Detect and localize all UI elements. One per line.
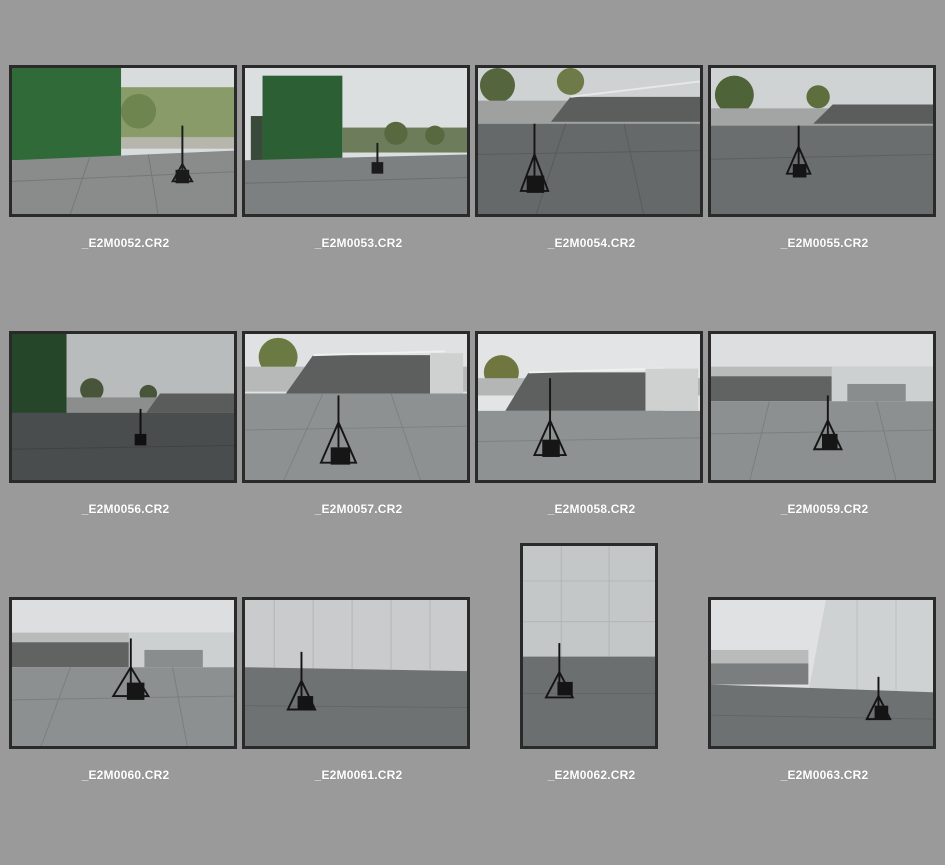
thumbnail-filename[interactable]: _E2M0061.CR2 [242,768,475,782]
thumbnail-filename[interactable]: _E2M0062.CR2 [475,768,708,782]
thumbnail-frame[interactable] [242,331,475,531]
thumbnail-frame[interactable] [708,65,941,265]
photo-thumbnail[interactable] [708,597,936,749]
thumbnail-filename[interactable]: _E2M0053.CR2 [242,236,475,250]
photo-image [245,68,467,214]
thumbnail-filename[interactable]: _E2M0059.CR2 [708,502,941,516]
photo-thumbnail[interactable] [9,65,237,217]
photo-image [12,334,234,480]
photo-thumbnail[interactable] [9,597,237,749]
thumbnail-filename[interactable]: _E2M0057.CR2 [242,502,475,516]
thumbnail-cell[interactable]: _E2M0054.CR2 [475,65,708,331]
thumbnail-frame[interactable] [708,331,941,531]
photo-thumbnail[interactable] [475,331,703,483]
thumbnail-grid: _E2M0052.CR2 _E2M0053.CR2 _E2M0054.CR2 _… [0,0,945,865]
photo-image [245,334,467,480]
thumbnail-cell[interactable]: _E2M0057.CR2 [242,331,475,597]
photo-image [711,600,933,746]
photo-image [245,600,467,746]
thumbnail-frame[interactable] [242,65,475,265]
thumbnail-frame[interactable] [708,597,941,797]
photo-image [523,546,655,746]
photo-image [478,334,700,480]
photo-image [711,334,933,480]
thumbnail-cell[interactable]: _E2M0063.CR2 [708,597,941,863]
thumbnail-frame[interactable] [9,65,242,265]
photo-thumbnail[interactable] [242,65,470,217]
thumbnail-filename[interactable]: _E2M0054.CR2 [475,236,708,250]
photo-thumbnail[interactable] [9,331,237,483]
thumbnail-frame[interactable] [9,597,242,797]
thumbnail-cell[interactable]: _E2M0056.CR2 [9,331,242,597]
photo-image [478,68,700,214]
thumbnail-filename[interactable]: _E2M0052.CR2 [9,236,242,250]
thumbnail-filename[interactable]: _E2M0055.CR2 [708,236,941,250]
photo-thumbnail[interactable] [708,331,936,483]
thumbnail-frame[interactable] [475,331,708,531]
photo-thumbnail[interactable] [520,543,658,749]
photo-thumbnail[interactable] [242,597,470,749]
thumbnail-cell[interactable]: _E2M0052.CR2 [9,65,242,331]
thumbnail-cell[interactable]: _E2M0053.CR2 [242,65,475,331]
photo-thumbnail[interactable] [242,331,470,483]
thumbnail-cell[interactable]: _E2M0061.CR2 [242,597,475,863]
thumbnail-frame[interactable] [242,597,475,797]
photo-image [711,68,933,214]
thumbnail-filename[interactable]: _E2M0060.CR2 [9,768,242,782]
thumbnail-frame[interactable] [475,65,708,265]
thumbnail-cell[interactable]: _E2M0055.CR2 [708,65,941,331]
thumbnail-filename[interactable]: _E2M0063.CR2 [708,768,941,782]
thumbnail-filename[interactable]: _E2M0056.CR2 [9,502,242,516]
thumbnail-cell[interactable]: _E2M0060.CR2 [9,597,242,863]
photo-thumbnail[interactable] [708,65,936,217]
photo-image [12,68,234,214]
thumbnail-frame[interactable] [9,331,242,531]
thumbnail-frame[interactable] [475,543,708,797]
photo-image [12,600,234,746]
photo-thumbnail[interactable] [475,65,703,217]
thumbnail-cell[interactable]: _E2M0062.CR2 [475,543,708,863]
thumbnail-cell[interactable]: _E2M0059.CR2 [708,331,941,597]
thumbnail-filename[interactable]: _E2M0058.CR2 [475,502,708,516]
